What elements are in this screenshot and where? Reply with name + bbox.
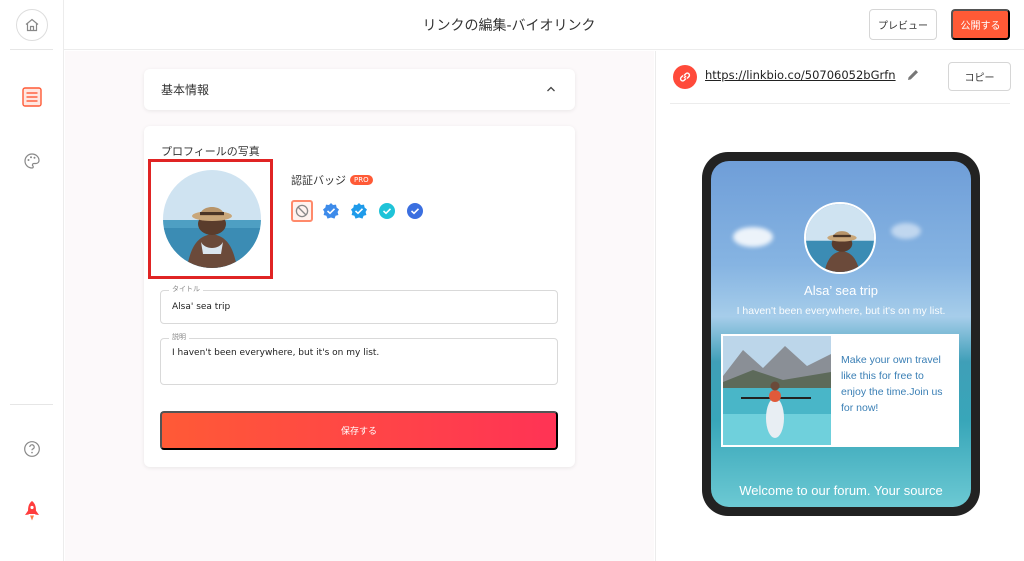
preview-avatar <box>804 202 876 274</box>
profile-photo-highlight <box>148 159 273 279</box>
publish-button[interactable]: 公開する <box>951 9 1010 40</box>
save-button[interactable]: 保存する <box>160 411 558 450</box>
verified-badge-teal-icon <box>379 203 395 219</box>
profile-form: プロフィールの写真 認証バッジ PRO タイトル Alsa' sea trip … <box>144 126 575 467</box>
profile-photo[interactable] <box>163 170 261 268</box>
badge-option-blue[interactable] <box>321 201 341 221</box>
profile-photo-label: プロフィールの写真 <box>161 145 260 158</box>
basic-info-section[interactable]: 基本情報 <box>144 69 575 110</box>
cloud-decoration <box>891 223 921 239</box>
description-field[interactable]: 説明 I haven't been everywhere, but it's o… <box>160 332 558 385</box>
edit-page-icon <box>22 87 42 107</box>
badge-option-none[interactable] <box>291 200 313 222</box>
help-button[interactable] <box>16 433 48 465</box>
no-badge-icon <box>295 204 309 218</box>
sidebar-divider <box>10 404 53 405</box>
verified-badge-options <box>291 200 425 222</box>
link-icon <box>673 65 697 89</box>
badge-option-royal[interactable] <box>405 201 425 221</box>
verified-badge-azure-icon <box>351 203 367 219</box>
chevron-up-icon[interactable] <box>545 83 557 95</box>
title-field[interactable]: タイトル Alsa' sea trip <box>160 284 558 324</box>
description-field-label: 説明 <box>169 332 189 342</box>
verified-badge-royal-icon <box>407 203 423 219</box>
title-field-label: タイトル <box>169 284 203 294</box>
preview-panel: https://linkbio.co/50706052bGrfn コピー Als… <box>655 51 1024 561</box>
editor-panel: 基本情報 プロフィールの写真 認証バッジ PRO タイトル Alsa' sea … <box>65 51 654 561</box>
palette-icon <box>24 153 40 169</box>
basic-info-title: 基本情報 <box>161 83 210 97</box>
preview-name: Alsa’ sea trip <box>804 283 878 298</box>
preview-divider <box>670 103 1010 104</box>
badge-option-teal[interactable] <box>377 201 397 221</box>
profile-photo-image <box>163 170 261 268</box>
home-icon <box>25 18 39 32</box>
top-bar: リンクの編集-バイオリンク プレビュー 公開する <box>64 0 1024 50</box>
upgrade-button[interactable] <box>16 495 48 527</box>
phone-screen: Alsa’ sea trip I haven't been everywhere… <box>711 161 971 507</box>
home-button[interactable] <box>16 9 48 41</box>
sidebar-item-edit[interactable] <box>16 81 48 113</box>
verified-badge-blue-icon <box>323 203 339 219</box>
sidebar <box>0 0 64 561</box>
preview-card-image <box>723 336 831 445</box>
preview-description: I haven't been everywhere, but it's on m… <box>736 305 946 317</box>
preview-avatar-image <box>806 204 874 272</box>
preview-card-text: Make your own travel like this for free … <box>841 354 943 414</box>
help-icon <box>24 441 40 457</box>
description-field-value: I haven't been everywhere, but it's on m… <box>172 348 380 358</box>
page-title: リンクの編集-バイオリンク <box>422 18 596 34</box>
copy-button[interactable]: コピー <box>948 62 1011 91</box>
pro-tag: PRO <box>350 175 373 185</box>
title-field-value: Alsa' sea trip <box>172 302 231 312</box>
badge-option-azure[interactable] <box>349 201 369 221</box>
pencil-icon[interactable] <box>906 68 920 82</box>
rocket-icon <box>25 501 39 521</box>
sidebar-item-design[interactable] <box>16 145 48 177</box>
cloud-decoration <box>733 227 773 247</box>
preview-button[interactable]: プレビュー <box>869 9 937 40</box>
preview-footer-text: Welcome to our forum. Your source <box>739 483 943 498</box>
phone-preview: Alsa’ sea trip I haven't been everywhere… <box>702 152 980 516</box>
bio-link-url[interactable]: https://linkbio.co/50706052bGrfn <box>705 68 896 82</box>
verified-badge-label: 認証バッジ PRO <box>291 172 373 188</box>
verified-badge-title: 認証バッジ <box>291 174 346 187</box>
preview-link-card[interactable]: Make your own travel like this for free … <box>721 334 959 447</box>
sidebar-divider <box>10 49 53 50</box>
